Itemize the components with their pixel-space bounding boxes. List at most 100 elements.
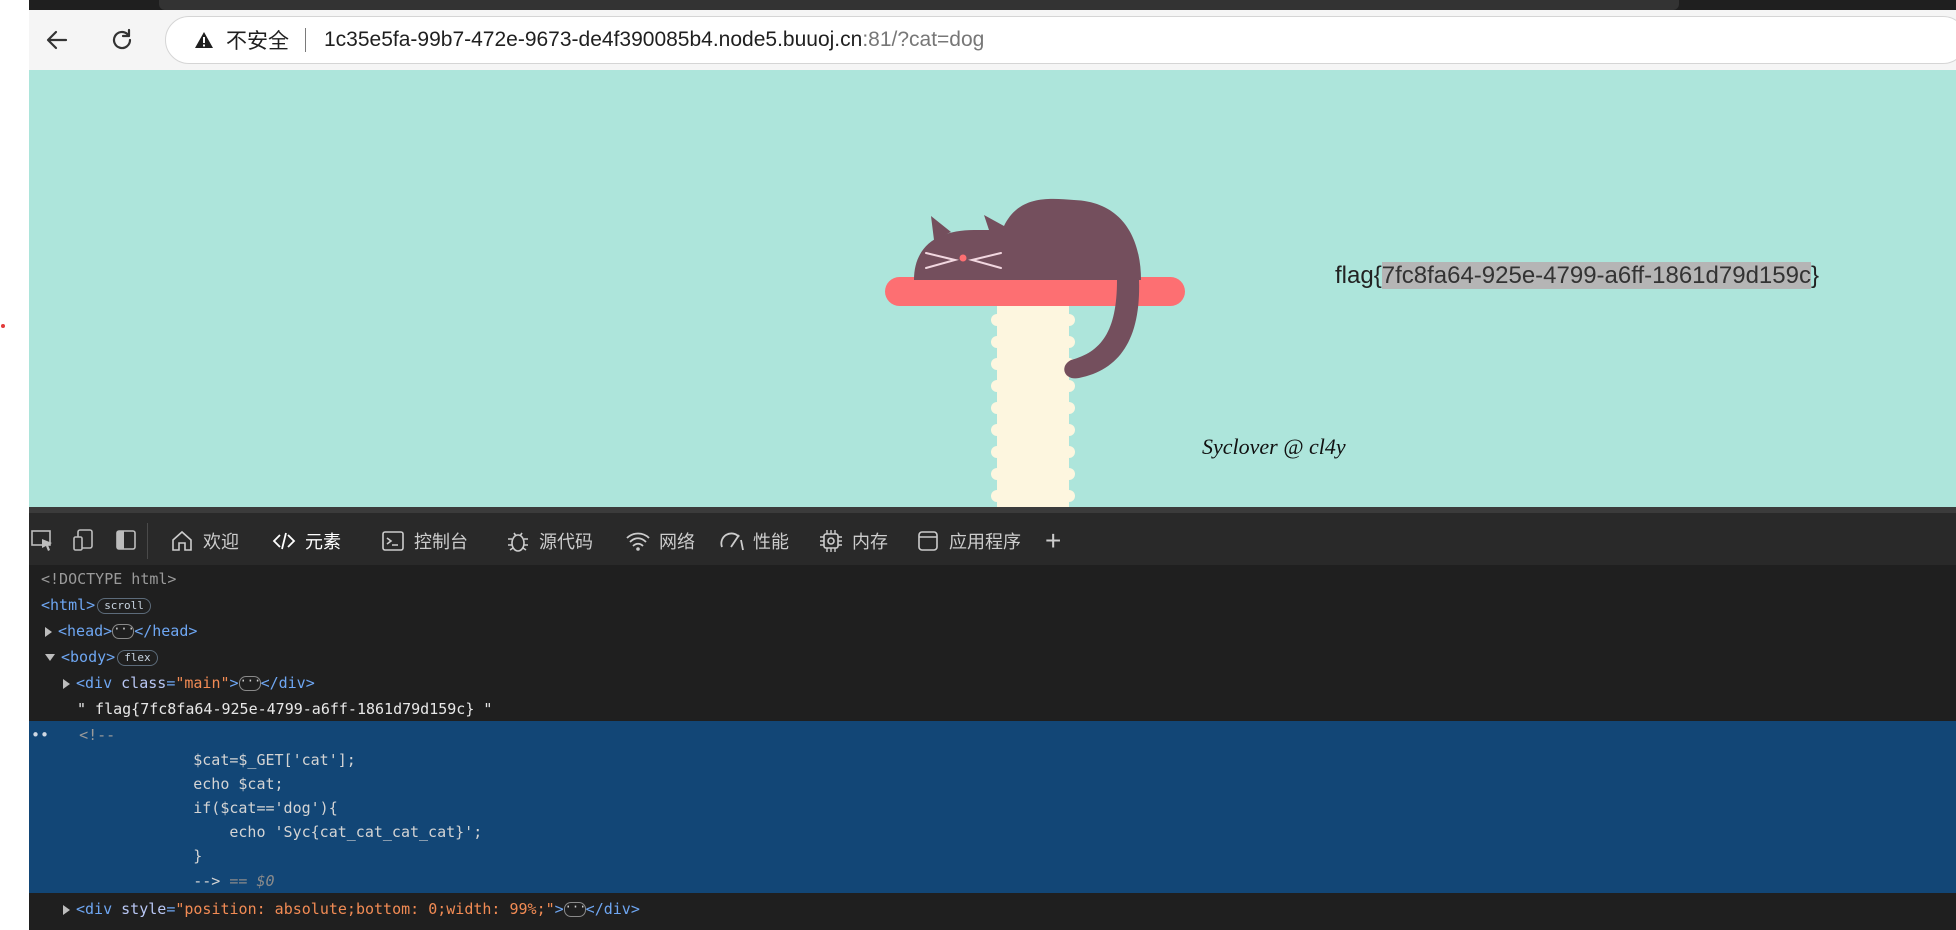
selected-comment-node[interactable]: •• <!-- $cat=$_GET['cat']; echo $cat; if(…	[29, 721, 1956, 893]
console-icon	[380, 528, 406, 554]
tab-label: 应用程序	[949, 532, 1021, 552]
signature-text: Syclover @ cl4y	[1202, 434, 1346, 459]
tab-application[interactable]: 应用程序	[915, 519, 1021, 563]
marker-dot	[1, 324, 5, 328]
left-gutter	[0, 0, 29, 930]
tab-console[interactable]: 控制台	[380, 519, 468, 563]
comment-close-line: --> == $0	[29, 869, 1956, 894]
div-open-end: >	[554, 900, 564, 918]
comment-close: -->	[121, 872, 221, 890]
dollar-zero-hint: == $0	[220, 872, 275, 890]
chip-icon	[818, 528, 844, 554]
url-host[interactable]: 1c35e5fa-99b7-472e-9673-de4f390085b4.nod…	[324, 28, 862, 52]
url-path[interactable]: :81/?cat=dog	[862, 28, 984, 52]
comment-line: echo 'Syc{cat_cat_cat_cat}';	[121, 823, 483, 841]
head-node[interactable]: <head>···</head>	[29, 619, 1956, 644]
wifi-icon	[625, 528, 651, 554]
div-open-end: >	[229, 674, 239, 692]
head-open-tag: <head>	[58, 622, 113, 640]
tab-label: 元素	[305, 532, 341, 552]
inspect-icon[interactable]	[29, 527, 55, 553]
div-open: <div	[76, 674, 122, 692]
tab-welcome[interactable]: 欢迎	[169, 519, 239, 563]
reload-button[interactable]	[104, 22, 140, 58]
attr-name: style	[121, 900, 167, 918]
gauge-icon	[719, 528, 745, 554]
browser-window: 不安全 1c35e5fa-99b7-472e-9673-de4f390085b4…	[29, 0, 1956, 930]
flag-selection[interactable]: 7fc8fa64-925e-4799-a6ff-1861d79d159c	[1381, 262, 1811, 289]
tab-network[interactable]: 网络	[625, 519, 695, 563]
comment-line: $cat=$_GET['cat'];	[121, 751, 356, 769]
attr-eq: =	[166, 900, 176, 918]
tab-label: 源代码	[539, 532, 593, 552]
app-icon	[915, 528, 941, 554]
comment-open: <!--	[79, 726, 116, 744]
reload-icon	[112, 28, 132, 50]
expand-arrow-icon[interactable]	[63, 678, 70, 689]
address-separator	[305, 28, 306, 52]
devtools-tabbar: 欢迎 元素 控制台 源代码 网络 性能 内存 应用程序 +	[29, 507, 1956, 571]
selection-dots: ••	[31, 726, 50, 744]
attr-name: class	[121, 674, 167, 692]
text-node-content: " flag{7fc8fa64-925e-4799-a6ff-1861d79d1…	[77, 700, 493, 718]
elements-panel: <!DOCTYPE html> <html> scroll <head>···</…	[29, 565, 1956, 930]
home-icon	[169, 528, 195, 554]
arrow-left-icon	[46, 30, 68, 50]
ellipsis-icon[interactable]: ···	[563, 901, 586, 917]
doctype-text: <!DOCTYPE html>	[41, 570, 177, 588]
security-label[interactable]: 不安全	[226, 25, 289, 55]
html-node[interactable]: <html> scroll	[29, 593, 1956, 618]
active-tab-edge	[159, 0, 1679, 10]
back-button[interactable]	[39, 22, 75, 58]
body-node[interactable]: <body> flex	[29, 645, 1956, 670]
comment-line: }	[121, 847, 203, 865]
tab-label: 网络	[659, 532, 695, 552]
div-style-node[interactable]: <div style="position: absolute;bottom: 0…	[29, 897, 1956, 922]
page-viewport: flag{7fc8fa64-925e-4799-a6ff-1861d79d159…	[29, 70, 1956, 507]
scroll-badge[interactable]: scroll	[97, 597, 151, 614]
body-tag: <body>	[61, 648, 116, 666]
attr-value: "main"	[175, 674, 230, 692]
toolbar-separator	[147, 523, 148, 559]
flex-badge[interactable]: flex	[117, 649, 158, 666]
tab-strip	[29, 0, 1956, 10]
comment-line: if($cat=='dog'){	[121, 799, 338, 817]
attr-eq: =	[166, 674, 176, 692]
tab-performance[interactable]: 性能	[719, 519, 789, 563]
device-toolbar-icon[interactable]	[71, 527, 97, 553]
comment-line: •• <!--	[29, 723, 1956, 748]
expand-arrow-icon[interactable]	[45, 626, 52, 637]
ellipsis-icon[interactable]: ···	[238, 675, 261, 691]
collapse-arrow-icon[interactable]	[45, 654, 55, 661]
dock-side-icon[interactable]	[113, 527, 139, 553]
div-close: </div>	[260, 674, 315, 692]
code-icon	[271, 528, 297, 554]
flag-prefix: flag{	[1335, 262, 1382, 289]
tab-label: 性能	[753, 532, 789, 552]
div-open: <div	[76, 900, 122, 918]
tab-sources[interactable]: 源代码	[505, 519, 593, 563]
warning-icon[interactable]	[194, 30, 214, 50]
flag-suffix: }	[1810, 262, 1819, 289]
tab-elements[interactable]: 元素	[257, 519, 359, 571]
tab-label: 欢迎	[203, 532, 239, 552]
scratching-post-icon	[885, 277, 1185, 507]
address-bar[interactable]: 不安全 1c35e5fa-99b7-472e-9673-de4f390085b4…	[165, 16, 1956, 64]
div-main-node[interactable]: <div class="main">···</div>	[29, 671, 1956, 696]
flag-text-node[interactable]: " flag{7fc8fa64-925e-4799-a6ff-1861d79d1…	[29, 697, 1956, 722]
tab-label: 内存	[852, 532, 888, 552]
attr-value: "position: absolute;bottom: 0;width: 99%…	[175, 900, 555, 918]
tab-memory[interactable]: 内存	[818, 519, 888, 563]
add-tab-button[interactable]: +	[1045, 519, 1061, 563]
bug-icon	[505, 528, 531, 554]
flag-output: flag{7fc8fa64-925e-4799-a6ff-1861d79d159…	[1335, 262, 1819, 290]
browser-toolbar: 不安全 1c35e5fa-99b7-472e-9673-de4f390085b4…	[29, 10, 1956, 70]
expand-arrow-icon[interactable]	[63, 904, 70, 915]
tab-label: 控制台	[414, 532, 468, 552]
ellipsis-icon[interactable]: ···	[112, 623, 135, 639]
head-close-tag: </head>	[134, 622, 198, 640]
comment-line: echo $cat;	[121, 775, 284, 793]
html-tag: <html>	[41, 596, 96, 614]
div-close: </div>	[585, 900, 640, 918]
doctype-node[interactable]: <!DOCTYPE html>	[29, 567, 1956, 592]
